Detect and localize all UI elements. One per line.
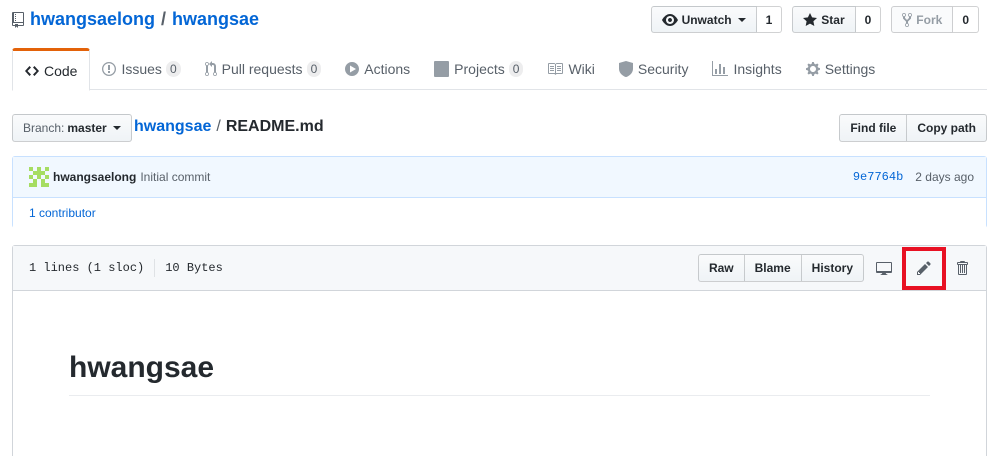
file-header: 1 lines (1 sloc) 10 Bytes Raw Blame Hist… [13,246,986,291]
chevron-down-icon [737,17,746,22]
contributors-row: 1 contributor [13,198,986,228]
breadcrumb-repo-link[interactable]: hwangsae [134,118,211,135]
projects-counter: 0 [508,60,524,78]
branch-prefix: Branch: [23,121,65,135]
fork-button[interactable]: Fork [891,6,954,33]
tab-insights-label: Insights [733,61,782,77]
tab-settings[interactable]: Settings [794,48,888,90]
unwatch-button[interactable]: Unwatch [650,6,757,33]
tab-wiki[interactable]: Wiki [535,48,606,90]
commit-info-box: hwangsaelong Initial commit 9e7764b 2 da… [12,156,987,228]
code-icon [25,65,39,76]
file-info: 1 lines (1 sloc) 10 Bytes [29,259,223,277]
file-navigation: Branch: master hwangsae / README.md Find f… [12,114,987,142]
tab-code[interactable]: Code [12,48,91,91]
breadcrumb-file: README.md [225,118,324,135]
watch-count[interactable]: 1 [756,6,783,33]
pencil-icon [917,261,931,275]
fork-icon [902,12,913,27]
tab-issues-label: Issues [121,61,162,77]
divider [154,259,156,277]
repo-name-link[interactable]: hwangsae [172,9,259,30]
commit-meta: 9e7764b 2 days ago [853,170,974,184]
history-button[interactable]: History [801,254,864,282]
file-size: 10 Bytes [165,261,223,275]
commit-time: 2 days ago [915,170,974,184]
issue-icon [102,62,117,76]
pull-request-icon [204,61,217,77]
file-lines: 1 lines (1 sloc) [29,261,145,275]
branch-select-button[interactable]: Branch: master [12,114,132,142]
tab-issues[interactable]: Issues 0 [90,48,192,90]
gear-icon [805,62,820,76]
play-icon [345,62,360,76]
pull-requests-counter: 0 [306,60,322,78]
tab-code-label: Code [44,62,78,79]
tab-wiki-label: Wiki [568,61,595,77]
commit-sha-link[interactable]: 9e7764b [853,170,903,184]
tab-actions[interactable]: Actions [333,48,422,90]
fork-label: Fork [916,12,943,27]
book-icon [548,63,564,75]
breadcrumb: hwangsae / README.md [134,118,324,136]
blame-button[interactable]: Blame [744,254,802,282]
copy-path-button[interactable]: Copy path [907,114,987,142]
tab-security-label: Security [637,61,689,77]
tab-settings-label: Settings [824,61,876,77]
unwatch-label: Unwatch [681,12,732,27]
edit-file-button[interactable] [902,246,946,290]
star-icon [803,12,818,26]
file-viewer: 1 lines (1 sloc) 10 Bytes Raw Blame Hist… [12,245,987,456]
trash-icon [957,261,968,275]
open-in-desktop-button[interactable] [870,254,898,282]
chevron-down-icon [112,126,121,130]
commit-message-link[interactable]: Initial commit [140,170,210,184]
graph-icon [712,61,729,76]
repo-actions: Unwatch 1 Star 0 Fork 0 [650,6,987,33]
branch-name: master [67,121,107,135]
tab-security[interactable]: Security [607,48,701,90]
commit-tease: hwangsaelong Initial commit 9e7764b 2 da… [13,157,986,198]
star-button[interactable]: Star [792,6,856,33]
tab-projects-label: Projects [454,61,505,77]
project-icon [434,61,450,77]
delete-file-button[interactable] [948,254,976,282]
eye-icon [661,13,678,26]
tab-insights[interactable]: Insights [700,48,793,90]
file-action-buttons: Raw Blame History [697,254,864,282]
watch-group: Unwatch 1 [650,6,783,33]
issues-counter: 0 [165,60,181,78]
tab-actions-label: Actions [364,61,411,77]
raw-button[interactable]: Raw [697,254,745,282]
readme-content: hwangsae [13,291,986,396]
star-group: Star 0 [792,6,882,33]
avatar[interactable] [29,167,49,187]
find-file-button[interactable]: Find file [839,114,908,142]
fork-count[interactable]: 0 [953,6,979,33]
repo-header: hwangsaelong / hwangsae Unwatch 1 Star 0… [0,0,987,48]
commit-author-link[interactable]: hwangsaelong [53,170,136,184]
repo-separator: / [161,9,167,29]
repo-title: hwangsaelong / hwangsae [12,9,259,30]
repo-nav: Code Issues 0 Pull requests 0 Actions Pr… [12,48,987,91]
breadcrumb-separator: / [216,118,221,135]
tab-projects[interactable]: Projects 0 [422,48,535,90]
star-count[interactable]: 0 [855,6,882,33]
readme-heading: hwangsae [69,351,930,396]
tab-pull-requests-label: Pull requests [221,61,303,77]
star-label: Star [821,12,845,27]
desktop-icon [876,262,892,275]
fork-group: Fork 0 [891,6,979,33]
file-actions: Raw Blame History [697,246,976,290]
shield-icon [618,61,633,77]
repo-owner-link[interactable]: hwangsaelong [30,9,155,30]
contributors-link[interactable]: 1 contributor [29,206,96,220]
file-nav-buttons: Find file Copy path [839,114,987,142]
tab-pull-requests[interactable]: Pull requests 0 [193,48,334,90]
repo-icon [12,11,24,28]
